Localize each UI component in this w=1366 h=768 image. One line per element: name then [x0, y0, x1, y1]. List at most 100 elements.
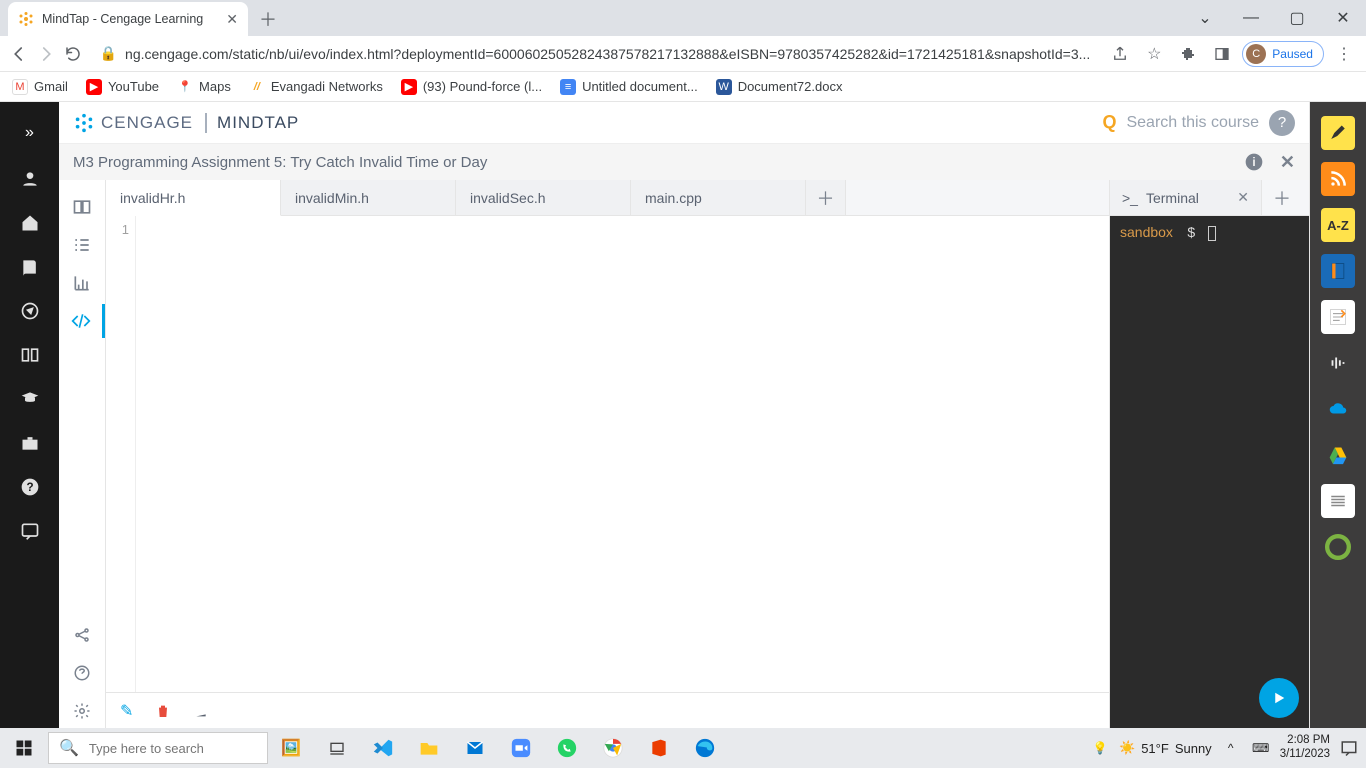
help-circle-icon[interactable]: ? — [1269, 110, 1295, 136]
sidepanel-icon[interactable] — [1208, 40, 1236, 68]
add-terminal-button[interactable]: ＋ — [1262, 185, 1302, 211]
file-tab[interactable]: invalidHr.h — [106, 180, 281, 216]
rail-feedback-icon[interactable] — [8, 514, 52, 548]
ide-checklist-icon[interactable] — [65, 228, 99, 262]
browser-tab[interactable]: MindTap - Cengage Learning ✕ — [8, 2, 248, 36]
rail-briefcase-icon[interactable] — [8, 426, 52, 460]
weather-desc: Sunny — [1175, 741, 1212, 756]
whatsapp-icon[interactable] — [544, 728, 590, 768]
address-bar[interactable]: 🔒 ng.cengage.com/static/nb/ui/evo/index.… — [90, 39, 1101, 69]
glossary-icon[interactable]: A-Z — [1321, 208, 1355, 242]
bookmark-word[interactable]: WDocument72.docx — [716, 79, 843, 95]
rss-icon[interactable] — [1321, 162, 1355, 196]
office-icon[interactable] — [636, 728, 682, 768]
taskbar-search[interactable]: 🔍 — [48, 732, 268, 764]
close-window-button[interactable]: ✕ — [1320, 2, 1366, 34]
tab-title: MindTap - Cengage Learning — [42, 12, 203, 26]
notifications-icon[interactable] — [1338, 739, 1360, 757]
editor-body[interactable]: 1 — [106, 216, 1109, 692]
edge-icon[interactable] — [682, 728, 728, 768]
tray-app-icon[interactable]: 💡 — [1089, 741, 1111, 755]
star-icon[interactable]: ☆ — [1140, 40, 1168, 68]
terminal-close-icon[interactable]: ✕ — [1237, 189, 1249, 206]
bookmark-youtube[interactable]: ▶YouTube — [86, 79, 159, 95]
system-tray: 💡 ☀️ 51°F Sunny ^ ⌨ 2:08 PM 3/11/2023 — [1089, 734, 1366, 762]
edit-icon[interactable]: ✎ — [120, 701, 133, 721]
ide-share-icon[interactable] — [65, 618, 99, 652]
zoom-icon[interactable] — [498, 728, 544, 768]
terminal-body[interactable]: sandbox $ — [1110, 216, 1309, 728]
add-file-tab[interactable]: ＋ — [806, 180, 846, 215]
taskview-icon[interactable] — [314, 728, 360, 768]
forward-button[interactable] — [35, 40, 56, 68]
rail-help-icon[interactable]: ? — [8, 470, 52, 504]
bookmark-video[interactable]: ▶(93) Pound-force (l... — [401, 79, 542, 95]
taskbar-search-input[interactable] — [89, 741, 257, 756]
explorer-icon[interactable] — [406, 728, 452, 768]
lines-icon[interactable] — [1321, 484, 1355, 518]
chevron-up-icon[interactable]: ^ — [1220, 741, 1242, 755]
bookmark-maps[interactable]: 📍Maps — [177, 79, 231, 95]
chrome-icon[interactable] — [590, 728, 636, 768]
rail-user-icon[interactable] — [8, 162, 52, 196]
green-circle-icon[interactable] — [1321, 530, 1355, 564]
download-icon[interactable] — [193, 703, 209, 719]
expand-rail-button[interactable]: » — [8, 114, 52, 152]
code-area[interactable] — [136, 216, 1109, 692]
new-tab-button[interactable]: ＋ — [254, 5, 282, 33]
bookmark-evangadi[interactable]: //Evangadi Networks — [249, 79, 383, 95]
minimize-button[interactable]: — — [1228, 2, 1274, 34]
delete-icon[interactable] — [155, 703, 171, 719]
mindtap-nav-rail: » ? — [0, 102, 59, 728]
maximize-button[interactable]: ▢ — [1274, 2, 1320, 34]
ide-chart-icon[interactable] — [65, 266, 99, 300]
ide-settings-icon[interactable] — [65, 694, 99, 728]
brand-mindtap: MINDTAP — [205, 113, 299, 133]
file-tab[interactable]: invalidSec.h — [456, 180, 631, 215]
reload-button[interactable] — [62, 40, 83, 68]
input-icon[interactable]: ⌨ — [1250, 741, 1272, 755]
ide-book-icon[interactable] — [65, 190, 99, 224]
bookmark-gmail[interactable]: MGmail — [12, 79, 68, 95]
rail-openbook-icon[interactable] — [8, 338, 52, 372]
cloud-icon[interactable] — [1321, 392, 1355, 426]
chevron-down-icon[interactable]: ⌄ — [1182, 2, 1228, 34]
search-course-input[interactable]: Search this course — [1126, 114, 1259, 132]
terminal-tab[interactable]: >_ Terminal ✕ — [1110, 180, 1262, 215]
mail-icon[interactable] — [452, 728, 498, 768]
profile-paused-pill[interactable]: C Paused — [1242, 41, 1324, 67]
highlighter-icon[interactable] — [1321, 116, 1355, 150]
tab-close-icon[interactable]: ✕ — [226, 11, 238, 28]
rail-home-icon[interactable] — [8, 206, 52, 240]
share-icon[interactable] — [1106, 40, 1134, 68]
ide-code-icon[interactable] — [59, 304, 105, 338]
rail-compass-icon[interactable] — [8, 294, 52, 328]
rail-book-icon[interactable] — [8, 250, 52, 284]
clock-time: 2:08 PM — [1287, 734, 1330, 748]
profile-avatar: C — [1246, 44, 1266, 64]
ide-row: invalidHr.h invalidMin.h invalidSec.h ma… — [59, 180, 1309, 728]
close-assignment-icon[interactable]: ✕ — [1280, 152, 1295, 173]
file-tab[interactable]: invalidMin.h — [281, 180, 456, 215]
file-tab[interactable]: main.cpp — [631, 180, 806, 215]
audio-icon[interactable] — [1321, 346, 1355, 380]
notebook-icon[interactable] — [1321, 254, 1355, 288]
run-button[interactable] — [1259, 678, 1299, 718]
search-icon[interactable]: Q — [1102, 112, 1116, 133]
notes-icon[interactable] — [1321, 300, 1355, 334]
weather-widget[interactable]: ☀️ 51°F Sunny — [1119, 740, 1212, 756]
kebab-menu-icon[interactable]: ⋮ — [1330, 40, 1358, 68]
vscode-icon[interactable] — [360, 728, 406, 768]
info-icon[interactable]: i — [1244, 152, 1264, 173]
start-button[interactable] — [0, 728, 48, 768]
extensions-icon[interactable] — [1174, 40, 1202, 68]
youtube-icon: ▶ — [86, 79, 102, 95]
clock[interactable]: 2:08 PM 3/11/2023 — [1280, 734, 1330, 762]
editor-footer: ✎ — [106, 692, 1109, 728]
back-button[interactable] — [8, 40, 29, 68]
app-art-icon[interactable]: 🖼️ — [268, 728, 314, 768]
drive-icon[interactable] — [1321, 438, 1355, 472]
rail-grad-icon[interactable] — [8, 382, 52, 416]
ide-help-icon[interactable] — [65, 656, 99, 690]
bookmark-gdoc[interactable]: ≡Untitled document... — [560, 79, 698, 95]
